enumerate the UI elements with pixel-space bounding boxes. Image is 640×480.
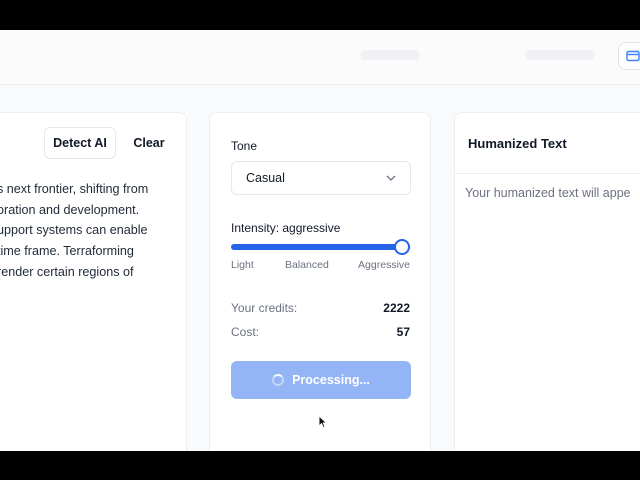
chevron-down-icon <box>386 175 396 181</box>
output-title: Humanized Text <box>468 136 567 151</box>
tone-select-value: Casual <box>246 171 285 185</box>
card-icon <box>626 50 640 62</box>
cost-value: 57 <box>396 325 410 339</box>
tone-label: Tone <box>231 139 258 153</box>
loading-spinner-icon <box>272 374 285 386</box>
input-text-area[interactable]: s next frontier, shifting from oration a… <box>0 179 187 283</box>
account-menu-button[interactable] <box>618 42 640 70</box>
scale-light-label: Light <box>231 259 254 271</box>
intensity-slider[interactable] <box>231 239 411 255</box>
clear-button[interactable]: Clear <box>127 127 171 159</box>
scale-balanced-label: Balanced <box>285 259 329 271</box>
topbar-faded-item <box>360 50 420 60</box>
input-text-line: s next frontier, shifting from <box>0 182 149 196</box>
humanize-button[interactable]: Processing... <box>231 361 411 399</box>
cost-label: Cost: <box>231 325 260 339</box>
topbar-faded-item <box>525 50 595 60</box>
intensity-slider-fill <box>231 244 402 250</box>
credits-label: Your credits: <box>231 301 298 315</box>
input-text-line: upport systems can enable <box>0 223 148 238</box>
intensity-slider-thumb[interactable] <box>394 239 410 255</box>
input-text-line: time frame. Terraforming <box>0 244 134 259</box>
output-divider <box>455 173 640 174</box>
settings-panel: Tone Casual Intensity: aggressive Light … <box>209 112 431 451</box>
app-screen: Detect AI Clear s next frontier, shiftin… <box>0 30 640 451</box>
output-panel: Humanized Text Your humanized text will … <box>454 112 640 451</box>
credits-value: 2222 <box>383 301 410 315</box>
humanize-button-label: Processing... <box>292 373 370 387</box>
tone-select[interactable]: Casual <box>231 161 411 195</box>
scale-aggressive-label: Aggressive <box>358 259 410 271</box>
intensity-label: Intensity: aggressive <box>231 221 341 235</box>
input-text-line: oration and development. <box>0 202 140 217</box>
input-panel: Detect AI Clear s next frontier, shiftin… <box>0 112 187 451</box>
top-bar <box>0 30 640 85</box>
input-text-line: render certain regions of <box>0 264 134 279</box>
detect-ai-button[interactable]: Detect AI <box>44 127 116 159</box>
output-text-area[interactable]: Your humanized text will appe <box>465 186 631 200</box>
